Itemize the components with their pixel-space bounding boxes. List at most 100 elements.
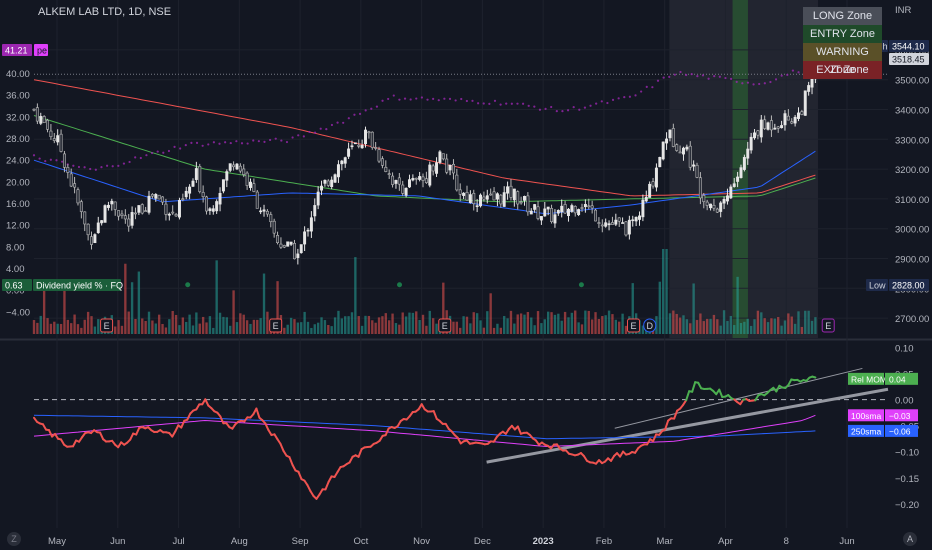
candle-body <box>441 153 445 160</box>
volume-bar <box>49 323 53 334</box>
candle-body <box>330 179 334 188</box>
volume-bar <box>472 312 475 334</box>
volume-bar <box>455 321 459 334</box>
time-axis-label: Jul <box>172 536 184 547</box>
pe-dot <box>454 99 457 102</box>
candle-body <box>235 163 239 170</box>
volume-bar <box>746 318 749 334</box>
volume-bar <box>601 316 604 334</box>
volume-bar <box>66 319 70 334</box>
volume-bar <box>157 314 161 334</box>
pe-dot <box>426 98 429 101</box>
pe-dot <box>201 144 204 147</box>
candle-body <box>519 201 523 204</box>
pe-dot <box>370 107 373 110</box>
volume-bar <box>479 320 482 334</box>
momentum-tag-1: 100sma −0.03 <box>848 409 918 422</box>
pe-dot <box>566 109 570 112</box>
volume-bar <box>120 325 124 334</box>
volume-bar <box>580 324 584 334</box>
volume-bar <box>212 327 215 334</box>
event-marker-e-5[interactable]: E <box>821 318 835 333</box>
volume-bar <box>303 311 306 334</box>
volume-bar <box>766 322 770 334</box>
volume-bar <box>699 313 702 334</box>
left-axis-label: 28.00 <box>6 134 30 145</box>
candle-body <box>232 164 236 168</box>
volume-bar <box>749 325 753 334</box>
volume-bar <box>543 319 546 334</box>
volume-bar <box>662 249 665 334</box>
momentum-tag-value: −0.06 <box>889 426 911 436</box>
pe-dot <box>269 138 272 142</box>
time-axis-label: May <box>48 536 66 547</box>
candle-body <box>201 192 205 197</box>
time-axis-label: Nov <box>413 536 430 547</box>
candle-body <box>316 191 320 206</box>
candle-body <box>732 183 736 187</box>
last-price-tag: 3518.45 <box>889 53 929 65</box>
candle-body <box>594 209 598 222</box>
volume-bar <box>550 312 553 334</box>
event-marker-e-1[interactable]: E <box>269 318 283 333</box>
volume-bar <box>729 315 733 334</box>
volume-bar <box>739 323 743 334</box>
volume-bar <box>249 323 252 334</box>
momentum-tag-label: 100sma <box>851 411 882 421</box>
auto-scale-button[interactable]: A <box>903 532 917 546</box>
pe-dot <box>263 140 266 143</box>
volume-bar <box>726 321 729 334</box>
volume-bar <box>533 325 536 334</box>
event-marker-e-2[interactable]: E <box>438 318 452 333</box>
volume-bar <box>97 319 100 334</box>
pe-dot <box>595 102 598 105</box>
event-marker-d-4[interactable]: D <box>643 318 657 333</box>
volume-bar <box>611 314 614 334</box>
candle-body <box>414 177 418 180</box>
left-axis-label: 40.00 <box>6 69 30 80</box>
volume-bar <box>174 314 178 334</box>
candle-body <box>320 185 324 191</box>
pe-dot <box>432 97 435 100</box>
pe-dot <box>308 130 311 134</box>
candle-body <box>570 205 574 212</box>
volume-bar <box>452 321 455 334</box>
volume-bar <box>421 314 425 334</box>
candle-body <box>326 180 330 186</box>
candle-body <box>624 221 628 236</box>
pe-dot <box>685 73 688 77</box>
volume-bar <box>770 318 773 334</box>
candle-body <box>86 223 90 236</box>
candle-body <box>786 115 790 121</box>
volume-bar <box>337 310 340 334</box>
pe-dot <box>117 164 120 167</box>
candle-body <box>404 187 408 196</box>
candle-body <box>59 133 63 152</box>
candle-body <box>739 167 743 178</box>
candle-body <box>360 145 364 149</box>
volume-bar <box>712 314 716 334</box>
candle-body <box>252 183 256 192</box>
candle-body <box>336 164 340 178</box>
pe-dot <box>330 123 334 127</box>
volume-bar <box>523 314 526 334</box>
candle-body <box>465 192 469 201</box>
candle-body <box>272 220 276 234</box>
candle-body <box>401 184 405 194</box>
candle-body <box>380 158 384 166</box>
dividend-value-tag-text: 0.63 <box>5 281 23 291</box>
volume-bar <box>300 322 303 334</box>
tradingview-logo-icon[interactable]: Z <box>7 532 21 546</box>
candle-body <box>644 196 648 202</box>
event-marker-e-0[interactable]: E <box>100 318 114 333</box>
stock-chart[interactable]: 2700.002800.002900.003000.003100.003200.… <box>0 0 932 550</box>
time-axis-label: Sep <box>292 536 309 547</box>
volume-bar <box>506 318 509 334</box>
candle-body <box>265 210 269 215</box>
volume-bar <box>503 315 506 334</box>
event-marker-e-3[interactable]: E <box>627 318 641 333</box>
pe-dot <box>482 102 485 105</box>
zone-exit: EXIT Zone <box>803 61 882 79</box>
volume-bar <box>83 319 86 334</box>
volume-bar <box>536 311 540 334</box>
